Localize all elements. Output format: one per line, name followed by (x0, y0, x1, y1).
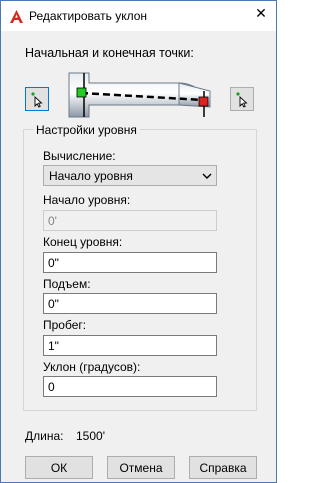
rise-field[interactable] (43, 293, 217, 314)
end-level-label: Конец уровня: (43, 235, 123, 249)
help-button[interactable]: Справка (189, 456, 257, 479)
chevron-down-icon (202, 173, 212, 179)
start-level-field (43, 210, 217, 231)
end-level-field[interactable] (43, 252, 217, 273)
cancel-button[interactable]: Отмена (107, 456, 175, 479)
pick-point-icon (31, 92, 43, 108)
points-label: Начальная и конечная точки: (25, 46, 194, 60)
autocad-logo-icon (10, 10, 23, 23)
pick-point-icon (236, 92, 248, 108)
close-icon: ✕ (255, 4, 267, 21)
edit-slope-dialog: Редактировать уклон ✕ Начальная и конечн… (0, 0, 277, 483)
pipe-preview-image (68, 72, 211, 118)
calculation-dropdown[interactable]: Начало уровня (43, 165, 217, 186)
close-button[interactable]: ✕ (246, 1, 276, 25)
calculation-label: Вычисление: (43, 149, 116, 163)
window-title: Редактировать уклон (29, 9, 148, 23)
run-label: Пробег: (43, 318, 87, 332)
slope-field[interactable] (43, 376, 217, 397)
title-bar: Редактировать уклон ✕ (1, 1, 276, 31)
run-field[interactable] (43, 335, 217, 356)
pick-start-point-button[interactable] (25, 87, 49, 111)
calculation-selected-value: Начало уровня (49, 169, 133, 183)
start-level-label: Начало уровня: (43, 193, 131, 207)
ok-button[interactable]: ОК (25, 456, 93, 479)
level-settings-title: Настройки уровня (33, 123, 140, 137)
slope-label: Уклон (градусов): (43, 360, 141, 374)
length-value: 1500' (76, 429, 105, 443)
length-label: Длина: (25, 429, 64, 443)
rise-label: Подъем: (43, 277, 91, 291)
pick-end-point-button[interactable] (230, 87, 254, 111)
